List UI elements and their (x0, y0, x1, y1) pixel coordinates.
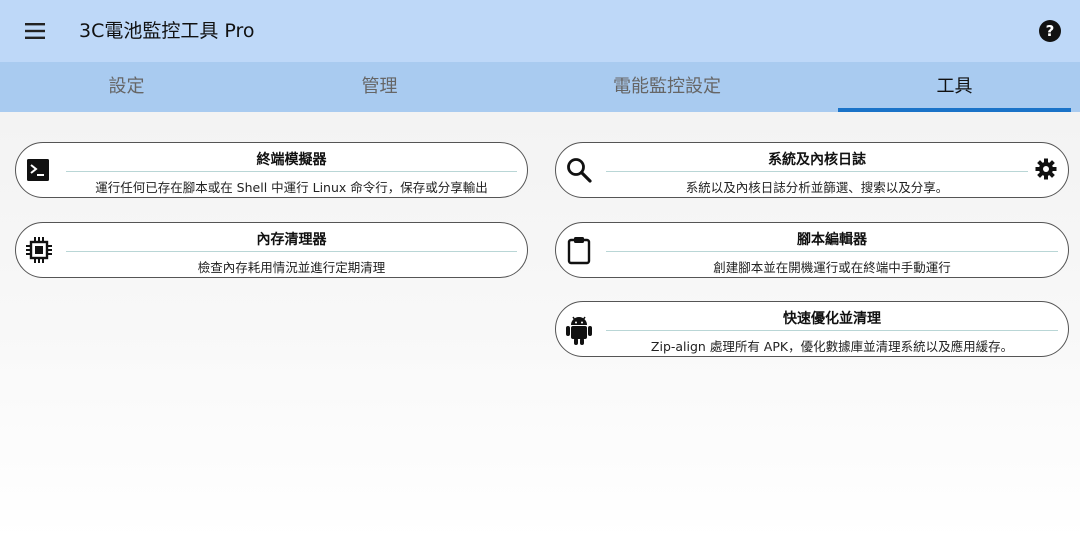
app-title: 3C電池監控工具 Pro (79, 20, 255, 42)
help-circle-icon[interactable]: ? (1038, 19, 1062, 43)
terminal-emulator-card[interactable]: 終端模擬器 運行任何已存在腳本或在 Shell 中運行 Linux 命令行，保存… (15, 142, 528, 198)
clipboard-icon (564, 235, 594, 265)
card-title: 內存清理器 (256, 232, 327, 248)
svg-text:?: ? (1046, 22, 1055, 40)
app-bar: 3C電池監控工具 Pro ? (0, 0, 1080, 62)
tab-bar: 設定 管理 電能監控設定 工具 (0, 62, 1080, 112)
card-title: 系統及內核日誌 (768, 152, 866, 168)
card-description: 運行任何已存在腳本或在 Shell 中運行 Linux 命令行，保存或分享輸出 (95, 180, 488, 195)
tab-power-monitor-settings[interactable]: 電能監控設定 (506, 62, 828, 112)
card-title: 腳本編輯器 (797, 232, 867, 248)
card-description: 檢查內存耗用情況並進行定期清理 (197, 260, 386, 275)
divider (66, 251, 517, 252)
terminal-icon (24, 155, 54, 185)
tab-manage[interactable]: 管理 (253, 62, 506, 112)
card-description: Zip-align 處理所有 APK，優化數據庫並清理系統以及應用緩存。 (650, 339, 1014, 354)
tab-settings[interactable]: 設定 (0, 62, 253, 112)
memory-cleaner-card[interactable]: 內存清理器 檢查內存耗用情況並進行定期清理 (15, 222, 528, 278)
chip-icon (24, 235, 54, 265)
android-icon (564, 314, 594, 345)
script-editor-card[interactable]: 腳本編輯器 創建腳本並在開機運行或在終端中手動運行 (555, 222, 1069, 278)
hamburger-menu-icon[interactable] (22, 19, 48, 43)
gear-icon[interactable] (1034, 157, 1058, 181)
card-title: 終端模擬器 (256, 152, 327, 168)
quick-optimize-card[interactable]: 快速優化並清理 Zip-align 處理所有 APK，優化數據庫並清理系統以及應… (555, 301, 1069, 357)
tab-tools[interactable]: 工具 (838, 62, 1071, 112)
search-icon (564, 155, 594, 185)
divider (66, 171, 517, 172)
divider (606, 330, 1058, 331)
tab-indicator (838, 108, 1071, 112)
card-title: 快速優化並清理 (783, 311, 881, 327)
divider (606, 171, 1028, 172)
system-kernel-logs-card[interactable]: 系統及內核日誌 系統以及內核日誌分析並篩選、搜索以及分享。 (555, 142, 1069, 198)
card-description: 創建腳本並在開機運行或在終端中手動運行 (713, 260, 951, 275)
divider (606, 251, 1058, 252)
card-description: 系統以及內核日誌分析並篩選、搜索以及分享。 (685, 180, 949, 195)
